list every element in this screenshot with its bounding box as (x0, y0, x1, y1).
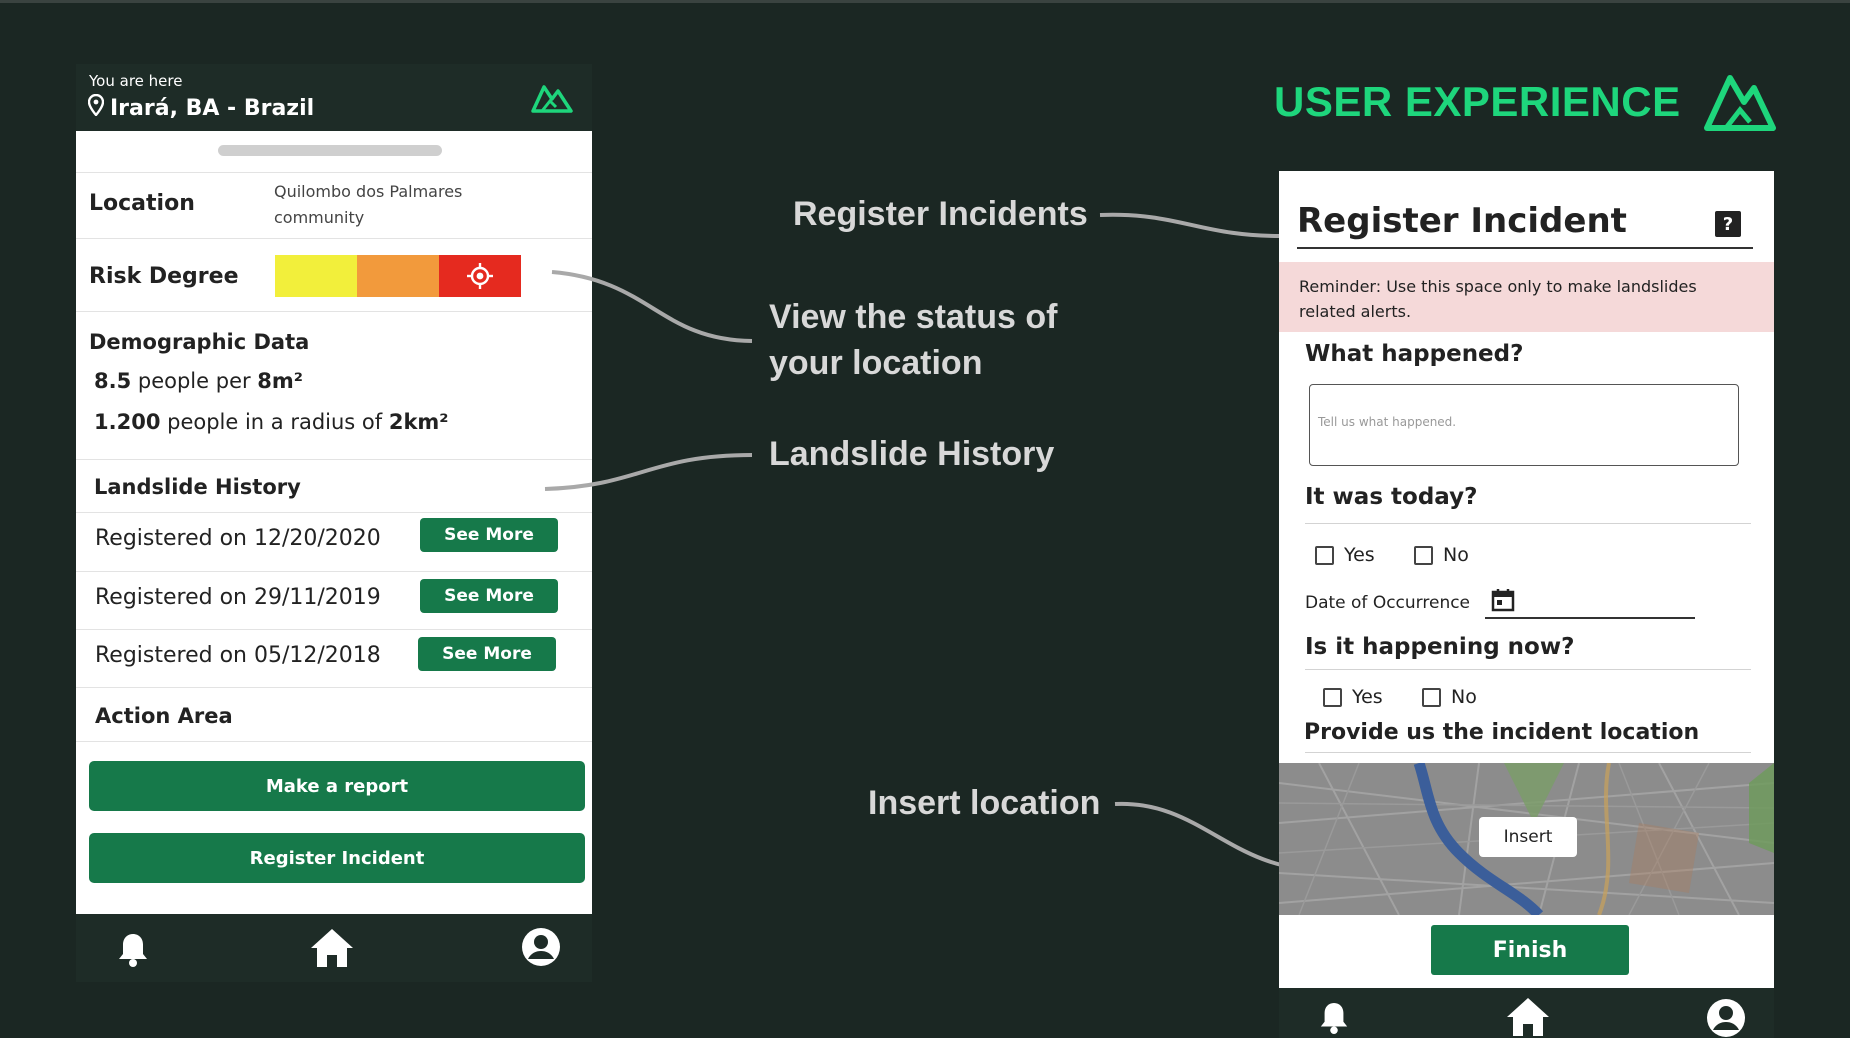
population-text: people in a radius of (160, 410, 389, 434)
location-details-panel: Location Quilombo dos Palmares community… (76, 131, 592, 914)
location-header: You are here Irará, BA - Brazil (76, 64, 592, 131)
bottom-nav (1279, 988, 1774, 1038)
density-text: people per (131, 369, 258, 393)
checkbox-label: Yes (1352, 686, 1383, 708)
it-was-today-label: It was today? (1305, 484, 1478, 510)
density-value: 8.5 (94, 369, 132, 393)
profile-icon[interactable] (1706, 998, 1746, 1038)
mountain-logo-icon (1702, 70, 1778, 138)
divider (76, 571, 592, 572)
bottom-nav (76, 914, 592, 982)
location-value-line1: Quilombo dos Palmares (274, 182, 463, 201)
checkbox-box[interactable] (1323, 687, 1342, 707)
page-title: USER EXPERIENCE (1274, 78, 1681, 125)
title-underline (1297, 247, 1753, 249)
divider (1305, 523, 1751, 524)
home-icon[interactable] (309, 927, 355, 973)
location-value-line2: community (274, 208, 365, 227)
location-map[interactable]: Insert (1279, 763, 1774, 915)
mountain-logo-icon (530, 82, 574, 118)
form-title: Register Incident (1297, 201, 1627, 241)
divider (76, 741, 592, 742)
divider (76, 172, 592, 173)
checkbox-label: No (1443, 544, 1469, 566)
divider (76, 238, 592, 239)
checkbox-box[interactable] (1422, 687, 1441, 707)
divider (76, 687, 592, 688)
current-location: Irará, BA - Brazil (87, 93, 315, 122)
checkbox-box[interactable] (1414, 545, 1433, 565)
drag-handle[interactable] (218, 145, 442, 156)
divider (76, 512, 592, 513)
see-more-button[interactable]: See More (420, 518, 558, 552)
checkbox-label: No (1451, 686, 1477, 708)
today-no-checkbox[interactable]: No (1414, 544, 1469, 566)
callout-landslide-history: Landslide History (769, 435, 1055, 473)
location-label: Location (89, 191, 195, 216)
home-icon[interactable] (1505, 996, 1551, 1038)
happening-now-label: Is it happening now? (1305, 634, 1575, 660)
history-row-text: Registered on 12/20/2020 (95, 526, 381, 551)
insert-location-button[interactable]: Insert (1479, 817, 1577, 857)
history-row-text: Registered on 05/12/2018 (95, 643, 381, 668)
divider (1305, 752, 1751, 753)
now-yes-checkbox[interactable]: Yes (1323, 686, 1383, 708)
checkbox-box[interactable] (1315, 545, 1334, 565)
callout-status-line2: your location (769, 344, 983, 382)
register-incident-button[interactable]: Register Incident (89, 833, 585, 883)
divider (1305, 669, 1751, 670)
divider (76, 459, 592, 460)
incident-location-label: Provide us the incident location (1304, 720, 1700, 745)
history-row-text: Registered on 29/11/2019 (95, 585, 381, 610)
risk-degree-bar (275, 255, 521, 297)
see-more-button[interactable]: See More (418, 637, 556, 671)
register-incident-form: Register Incident ? Reminder: Use this s… (1279, 171, 1774, 988)
risk-high-segment (439, 255, 521, 297)
register-incident-screen: Register Incident ? Reminder: Use this s… (1279, 171, 1774, 1038)
landslide-history-heading: Landslide History (94, 475, 301, 499)
action-area-heading: Action Area (95, 704, 233, 728)
today-yes-checkbox[interactable]: Yes (1315, 544, 1375, 566)
profile-icon[interactable] (521, 927, 561, 971)
population-value: 1.200 (94, 410, 161, 434)
reminder-banner: Reminder: Use this space only to make la… (1279, 262, 1774, 332)
location-status-screen: You are here Irará, BA - Brazil Location… (76, 64, 592, 982)
callout-status-line1: View the status of (769, 298, 1058, 336)
top-border (0, 0, 1850, 3)
date-input-underline[interactable] (1485, 617, 1695, 619)
checkbox-label: Yes (1344, 544, 1375, 566)
callout-register-incidents: Register Incidents (793, 195, 1088, 233)
finish-button[interactable]: Finish (1431, 925, 1629, 975)
current-location-text: Irará, BA - Brazil (110, 95, 315, 121)
what-happened-label: What happened? (1305, 341, 1524, 367)
population-line: 1.200 people in a radius of 2km² (94, 410, 449, 434)
callout-insert-location: Insert location (868, 784, 1101, 822)
radius-unit: 2km² (388, 410, 449, 434)
target-icon (467, 263, 493, 289)
make-report-button[interactable]: Make a report (89, 761, 585, 811)
bell-icon[interactable] (1318, 998, 1350, 1038)
bell-icon[interactable] (116, 931, 150, 973)
date-of-occurrence-label: Date of Occurrence (1305, 593, 1471, 613)
density-unit: 8m² (257, 369, 303, 393)
divider (76, 629, 592, 630)
you-are-here-label: You are here (89, 72, 183, 90)
location-pin-icon (87, 93, 105, 122)
help-icon[interactable]: ? (1715, 211, 1741, 237)
risk-medium-segment (357, 255, 439, 297)
risk-low-segment (275, 255, 357, 297)
what-happened-input[interactable]: Tell us what happened. (1309, 384, 1739, 466)
divider (76, 311, 592, 312)
see-more-button[interactable]: See More (420, 579, 558, 613)
demographic-heading: Demographic Data (89, 330, 310, 354)
calendar-icon[interactable] (1491, 588, 1515, 616)
now-no-checkbox[interactable]: No (1422, 686, 1477, 708)
risk-degree-label: Risk Degree (89, 264, 239, 289)
density-line: 8.5 people per 8m² (94, 369, 303, 393)
